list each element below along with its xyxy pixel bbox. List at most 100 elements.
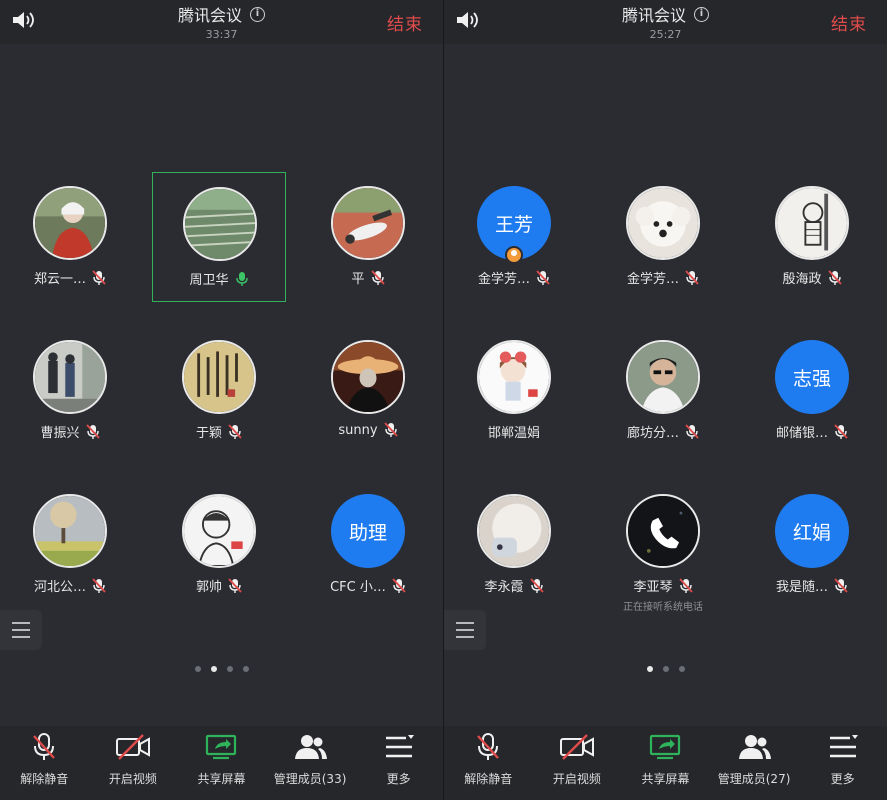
woman-red-coat-photo — [33, 186, 107, 260]
participant-tile[interactable]: 金学芳… — [596, 172, 730, 302]
mic-muted-icon — [679, 269, 699, 286]
page-dot[interactable] — [646, 666, 653, 672]
participant-status-note: 正在接听系统电话 — [623, 602, 703, 613]
participant-tile[interactable]: 红娟我是随… — [745, 480, 879, 610]
share-screen-button[interactable]: 共享屏幕 — [177, 726, 266, 800]
participant-name-row: 郑云一… — [3, 268, 137, 287]
hat-silhouette-photo — [331, 340, 405, 414]
page-dot[interactable] — [226, 666, 233, 672]
participant-tile[interactable]: 廊坊分… — [596, 326, 730, 456]
avatar-initials: 王芳 — [494, 213, 533, 236]
page-dot[interactable] — [662, 666, 669, 672]
participant-name-row: 曹振兴 — [3, 422, 137, 441]
page-dot[interactable] — [210, 666, 217, 672]
toolbar-label: 开启视频 — [108, 772, 157, 786]
participant-tile[interactable]: 王芳金学芳… — [447, 172, 581, 302]
meeting-title: 腾讯会议 — [621, 6, 686, 25]
meeting-screen-left: 腾讯会议 i 33:37 结束 郑云一… 周卫华 平曹振兴 于颖 sunny 河北公… 郭帅 助理 CF… — [0, 0, 443, 800]
participant-name-row: 殷海政 — [745, 268, 879, 287]
info-icon[interactable]: i — [694, 6, 709, 22]
info-icon[interactable]: i — [250, 6, 265, 22]
mic-muted-icon — [386, 577, 406, 594]
mic-muted-icon — [679, 423, 699, 440]
manage-members-button[interactable]: 管理成员(33) — [266, 726, 355, 800]
participant-name-row: 于颖 — [152, 422, 286, 441]
participant-name: 殷海政 — [782, 272, 822, 287]
participant-list-toggle[interactable] — [0, 610, 42, 650]
start-video-button[interactable]: 开启视频 — [89, 726, 178, 800]
toolbar-label: 解除静音 — [464, 772, 513, 786]
participant-name-row: 周卫华 — [153, 269, 285, 288]
participant-tile[interactable]: 郑云一… — [3, 172, 137, 302]
meeting-screen-right: 腾讯会议 i 25:27 结束 王芳 金学芳… 金学芳… 殷海政 邯郸温娟 廊坊分… 志强 邮储银… 李… — [444, 0, 887, 800]
mic-muted-icon — [222, 577, 242, 594]
participant-name: 河北公… — [33, 580, 86, 595]
more-button[interactable]: 更多 — [798, 726, 887, 800]
mic-muted-icon — [822, 269, 842, 286]
unmute-button[interactable]: 解除静音 — [444, 726, 533, 800]
mic-muted-icon — [86, 577, 106, 594]
participant-tile[interactable]: 平 — [301, 172, 435, 302]
participant-tile[interactable]: 河北公… — [3, 480, 137, 610]
end-meeting-button[interactable]: 结束 — [387, 10, 423, 35]
participant-name: 邯郸温娟 — [487, 426, 540, 441]
share-screen-button[interactable]: 共享屏幕 — [621, 726, 710, 800]
participant-tile[interactable]: 郭帅 — [152, 480, 286, 610]
avatar: 助理 — [331, 494, 405, 568]
street-walkers-photo — [33, 340, 107, 414]
participant-name: 邮储银… — [775, 426, 828, 441]
manage-members-button[interactable]: 管理成员(27) — [710, 726, 799, 800]
avatar-initials: 志强 — [792, 367, 831, 390]
participant-name-row: 郭帅 — [152, 576, 286, 595]
page-indicator — [0, 666, 443, 672]
page-dot[interactable] — [194, 666, 201, 672]
participant-name-row: 邮储银… — [745, 422, 879, 441]
calligraphy-photo — [182, 340, 256, 414]
participant-tile[interactable]: 李亚琴正在接听系统电话 — [596, 480, 730, 613]
participant-tile[interactable]: sunny — [301, 326, 435, 456]
mic-muted-icon — [365, 269, 385, 286]
mic-muted-icon — [378, 422, 398, 438]
start-video-button[interactable]: 开启视频 — [533, 726, 622, 800]
toolbar: 解除静音 开启视频 共享屏幕 管理成员(33) 更多 — [0, 726, 443, 800]
participant-tile[interactable]: 助理 CFC 小… — [301, 480, 435, 610]
avatar-initials: 助理 — [348, 521, 387, 544]
participant-tile[interactable]: 周卫华 — [152, 172, 286, 302]
toolbar-label: 管理成员(27) — [717, 772, 791, 786]
participant-list-toggle[interactable] — [444, 610, 486, 650]
participant-name-row: 金学芳… — [447, 268, 581, 287]
participant-tile[interactable]: 李永霞 — [447, 480, 581, 610]
participant-name: 曹振兴 — [40, 426, 80, 441]
participant-tile[interactable]: 邯郸温娟 — [447, 326, 581, 456]
participant-tile[interactable]: 于颖 — [152, 326, 286, 456]
meeting-title: 腾讯会议 — [177, 6, 242, 25]
participant-name: 郭帅 — [195, 580, 222, 595]
mic-muted-icon — [673, 577, 693, 594]
phone-call-icon — [626, 494, 700, 568]
toolbar-label: 共享屏幕 — [197, 772, 246, 786]
page-dot[interactable] — [678, 666, 685, 672]
page-indicator — [444, 666, 887, 672]
participant-name: 李亚琴 — [633, 580, 673, 595]
participant-name-row: 我是随… — [745, 576, 879, 595]
white-dog-photo — [626, 186, 700, 260]
end-meeting-button[interactable]: 结束 — [831, 10, 867, 35]
participant-name-row: 邯郸温娟 — [447, 422, 581, 441]
avatar-initials: 红娟 — [792, 521, 831, 544]
participant-name-row: 金学芳… — [596, 268, 730, 287]
unmute-button[interactable]: 解除静音 — [0, 726, 89, 800]
tree-field-photo — [33, 494, 107, 568]
more-button[interactable]: 更多 — [354, 726, 443, 800]
mic-muted-icon — [828, 577, 848, 594]
list-icon — [12, 622, 30, 624]
participant-tile[interactable]: 曹振兴 — [3, 326, 137, 456]
toolbar-label: 更多 — [830, 772, 855, 786]
toolbar-label: 开启视频 — [552, 772, 601, 786]
mic-muted-icon — [86, 269, 106, 286]
participant-tile[interactable]: 志强邮储银… — [745, 326, 879, 456]
meeting-timer: 25:27 — [649, 28, 682, 41]
participant-tile[interactable]: 殷海政 — [745, 172, 879, 302]
participant-name-row: 廊坊分… — [596, 422, 730, 441]
host-badge-icon — [505, 246, 523, 264]
page-dot[interactable] — [242, 666, 249, 672]
